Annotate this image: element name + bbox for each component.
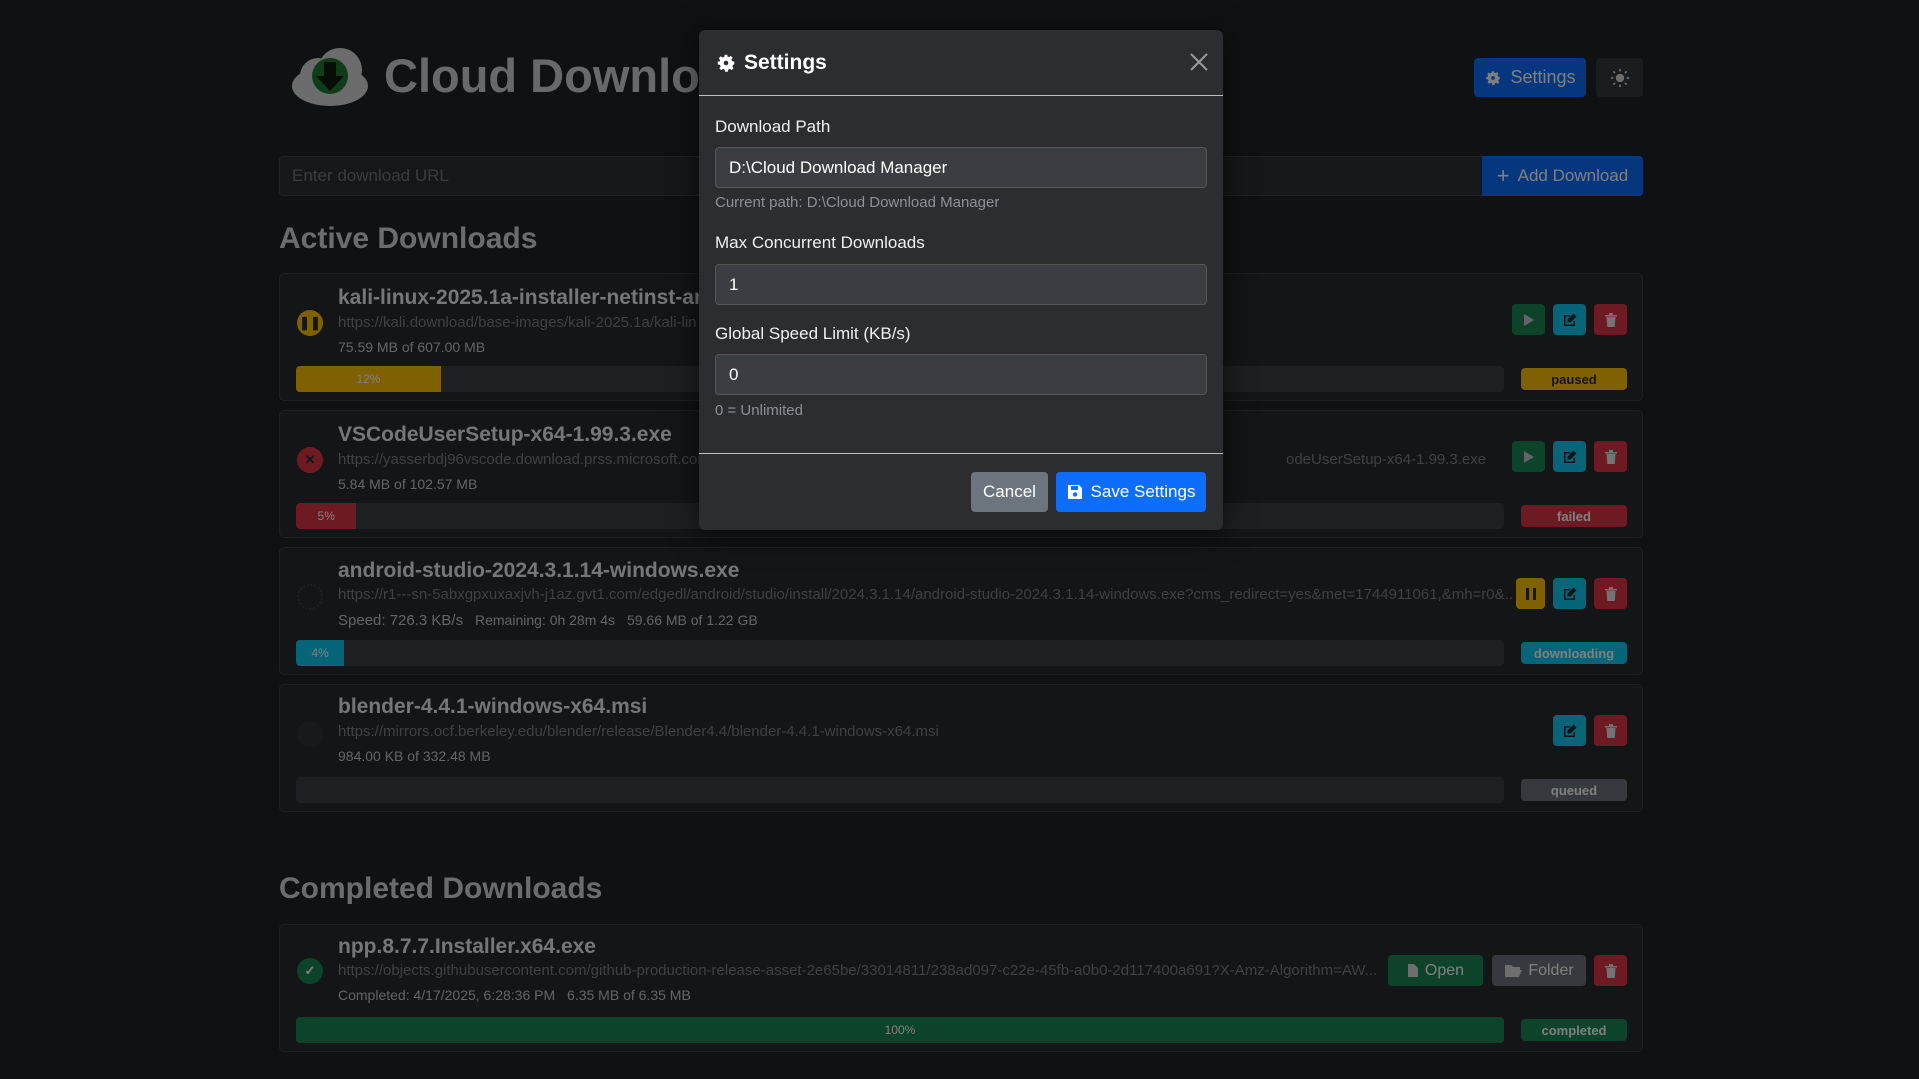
gear-icon: [717, 54, 735, 72]
close-icon[interactable]: [1187, 50, 1211, 74]
settings-modal: Settings Download Path D:\Cloud Download…: [699, 30, 1223, 530]
speed-limit-input[interactable]: 0: [715, 354, 1207, 395]
download-path-help: Current path: D:\Cloud Download Manager: [715, 194, 1000, 211]
cancel-button[interactable]: Cancel: [971, 472, 1048, 512]
modal-header: Settings: [699, 30, 1223, 96]
modal-title: Settings: [744, 51, 827, 74]
max-concurrent-label: Max Concurrent Downloads: [715, 233, 925, 252]
download-path-label: Download Path: [715, 117, 831, 136]
save-icon: [1067, 485, 1082, 499]
modal-footer: Cancel Save Settings: [699, 453, 1223, 530]
download-path-input[interactable]: D:\Cloud Download Manager: [715, 147, 1207, 188]
max-concurrent-input[interactable]: 1: [715, 264, 1207, 305]
app-window: Cloud Download Settings + Add Download A…: [0, 0, 1919, 1079]
save-settings-button[interactable]: Save Settings: [1056, 472, 1206, 512]
speed-limit-help: 0 = Unlimited: [715, 402, 803, 419]
speed-limit-label: Global Speed Limit (KB/s): [715, 324, 911, 343]
save-settings-label: Save Settings: [1090, 482, 1196, 501]
